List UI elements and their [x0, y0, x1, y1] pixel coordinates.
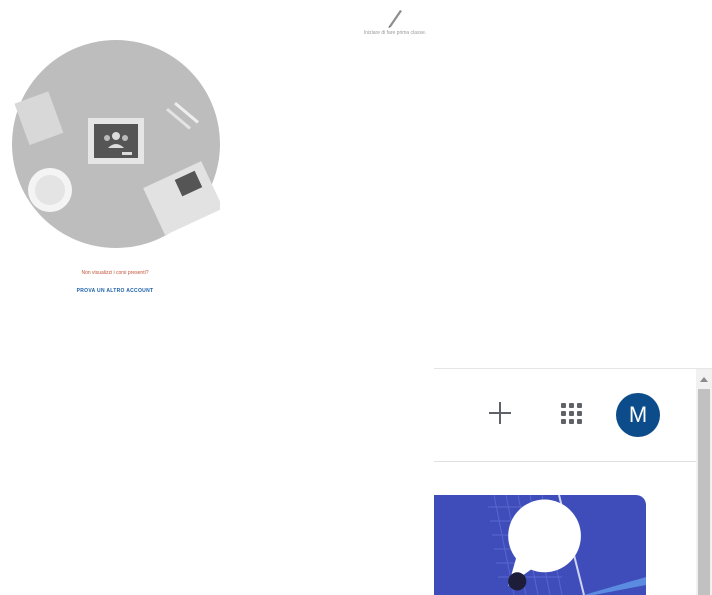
scroll-up-arrow-icon[interactable] [700, 377, 708, 382]
hint: Iniziare di fare prima classe. [340, 6, 450, 36]
try-another-account-link[interactable]: PROVA UN ALTRO ACCOUNT [0, 288, 230, 294]
classroom-panel: M [434, 368, 712, 595]
apps-grid-icon[interactable] [561, 403, 583, 425]
top-toolbar: M [434, 369, 696, 462]
pen-icon [388, 10, 402, 28]
hint-text: Iniziare di fare prima classe. [363, 30, 427, 36]
plus-icon[interactable] [486, 399, 514, 427]
no-courses-question: Non visualizzi i corsi presenti? [81, 270, 149, 276]
class-card-banner[interactable] [434, 495, 646, 595]
illustration-graphic [14, 91, 220, 236]
classroom-logo-icon [94, 124, 138, 158]
speech-bubble-icon [508, 499, 581, 591]
scrollbar[interactable] [696, 369, 712, 595]
account-avatar[interactable]: M [616, 393, 660, 437]
scrollbar-thumb[interactable] [698, 389, 710, 595]
empty-state-illustration [12, 40, 220, 248]
